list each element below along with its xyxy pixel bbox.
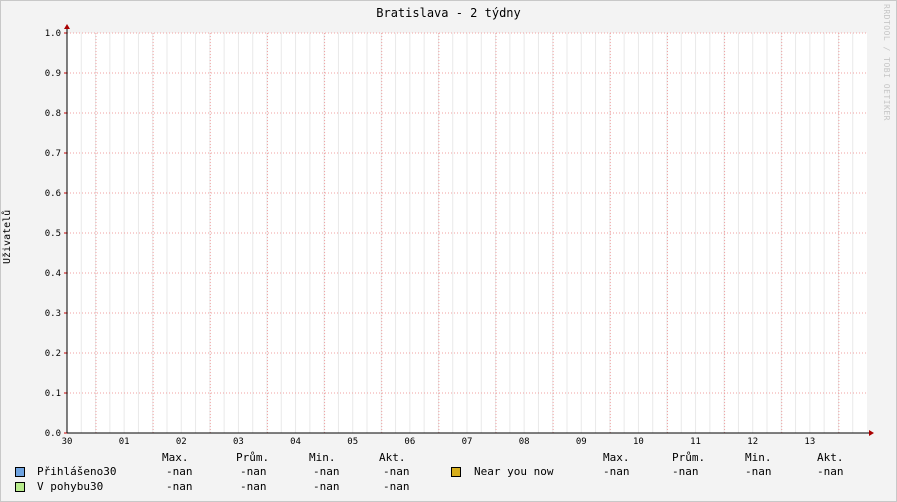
- x-tick-label: 01: [119, 437, 130, 447]
- x-tick-label: 13: [804, 437, 815, 447]
- x-tick-label: 04: [290, 437, 301, 447]
- x-tick-label: 05: [347, 437, 358, 447]
- y-tick-label: 0.1: [45, 389, 61, 399]
- y-tick-label: 0.9: [45, 69, 61, 79]
- x-tick-label: 07: [462, 437, 473, 447]
- y-tick-label: 0.6: [45, 189, 61, 199]
- y-tick-label: 1.0: [45, 29, 61, 39]
- x-tick-label: 30: [62, 437, 73, 447]
- y-tick-label: 0.0: [45, 429, 61, 439]
- x-axis-arrow: [869, 430, 874, 436]
- x-tick-label: 11: [690, 437, 701, 447]
- y-tick-label: 0.2: [45, 349, 61, 359]
- y-tick-label: 0.3: [45, 309, 61, 319]
- x-tick-label: 08: [519, 437, 530, 447]
- y-tick-label: 0.5: [45, 229, 61, 239]
- plot-area: 0.0 0.1 0.2 0.3 0.4 0.5 0.6 0.7 0.8 0.9 1.0 30 01 02 0…: [45, 24, 874, 447]
- x-tick-label: 06: [404, 437, 415, 447]
- x-tick-label: 09: [576, 437, 587, 447]
- y-tick-label: 0.4: [45, 269, 61, 279]
- y-tick-label: 0.8: [45, 109, 61, 119]
- x-tick-label: 02: [176, 437, 187, 447]
- y-tick-label: 0.7: [45, 149, 61, 159]
- x-tick-label: 03: [233, 437, 244, 447]
- x-tick-label: 12: [747, 437, 758, 447]
- x-tick-label: 10: [633, 437, 644, 447]
- y-axis-arrow: [64, 24, 70, 29]
